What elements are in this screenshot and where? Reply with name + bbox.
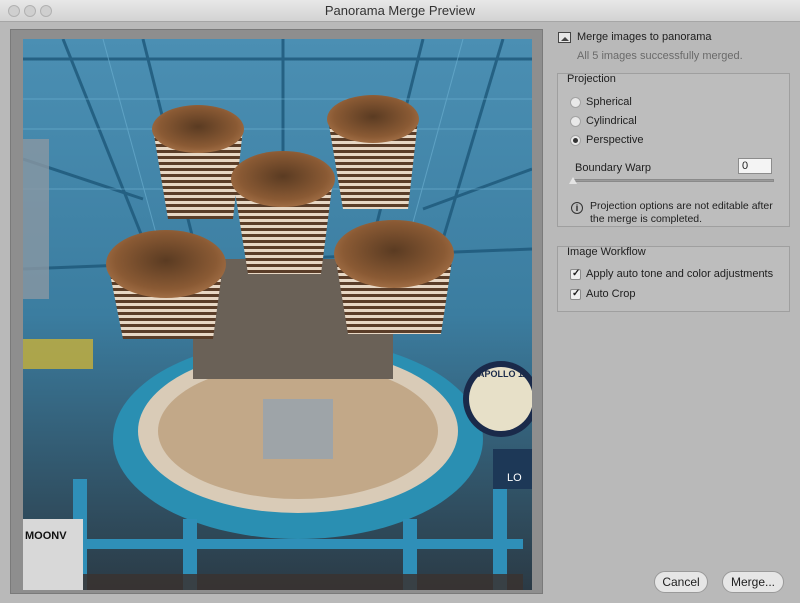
close-window-button[interactable] bbox=[8, 5, 20, 17]
boundary-warp-input[interactable] bbox=[738, 158, 772, 174]
boundary-warp-label: Boundary Warp bbox=[575, 162, 652, 174]
window-title: Panorama Merge Preview bbox=[324, 3, 476, 18]
title-bar: Panorama Merge Preview bbox=[0, 0, 800, 22]
zoom-window-button[interactable] bbox=[40, 5, 52, 17]
radio-button[interactable] bbox=[570, 116, 581, 127]
auto-tone-checkbox[interactable] bbox=[570, 268, 581, 280]
exhibit-sign-text: LO bbox=[507, 472, 522, 484]
projection-label: Projection bbox=[567, 73, 616, 85]
merge-button[interactable]: Merge... bbox=[722, 571, 784, 593]
boundary-warp-slider-track[interactable] bbox=[572, 179, 774, 182]
poster-text: MOONV bbox=[25, 530, 67, 542]
projection-group: Projection Spherical Cylindrical Perspec… bbox=[557, 73, 790, 227]
cancel-button[interactable]: Cancel bbox=[654, 571, 708, 593]
merge-title: Merge images to panorama bbox=[577, 31, 712, 43]
info-icon: i bbox=[571, 202, 583, 214]
image-workflow-group: Image Workflow Apply auto tone and color… bbox=[557, 246, 790, 312]
apollo-badge-text: APOLLO 11 bbox=[478, 369, 528, 379]
radio-button[interactable] bbox=[570, 97, 581, 108]
minimize-window-button[interactable] bbox=[24, 5, 36, 17]
projection-info-text: Projection options are not editable afte… bbox=[590, 200, 773, 225]
panorama-icon bbox=[558, 32, 571, 43]
radio-button-selected[interactable] bbox=[570, 135, 581, 146]
boundary-warp-slider-thumb[interactable] bbox=[569, 177, 577, 184]
auto-crop-checkbox[interactable] bbox=[570, 288, 581, 300]
merge-status: All 5 images successfully merged. bbox=[577, 50, 743, 62]
image-workflow-label: Image Workflow bbox=[567, 246, 646, 258]
panorama-preview-image: APOLLO 11 LO MOONV bbox=[23, 39, 532, 590]
